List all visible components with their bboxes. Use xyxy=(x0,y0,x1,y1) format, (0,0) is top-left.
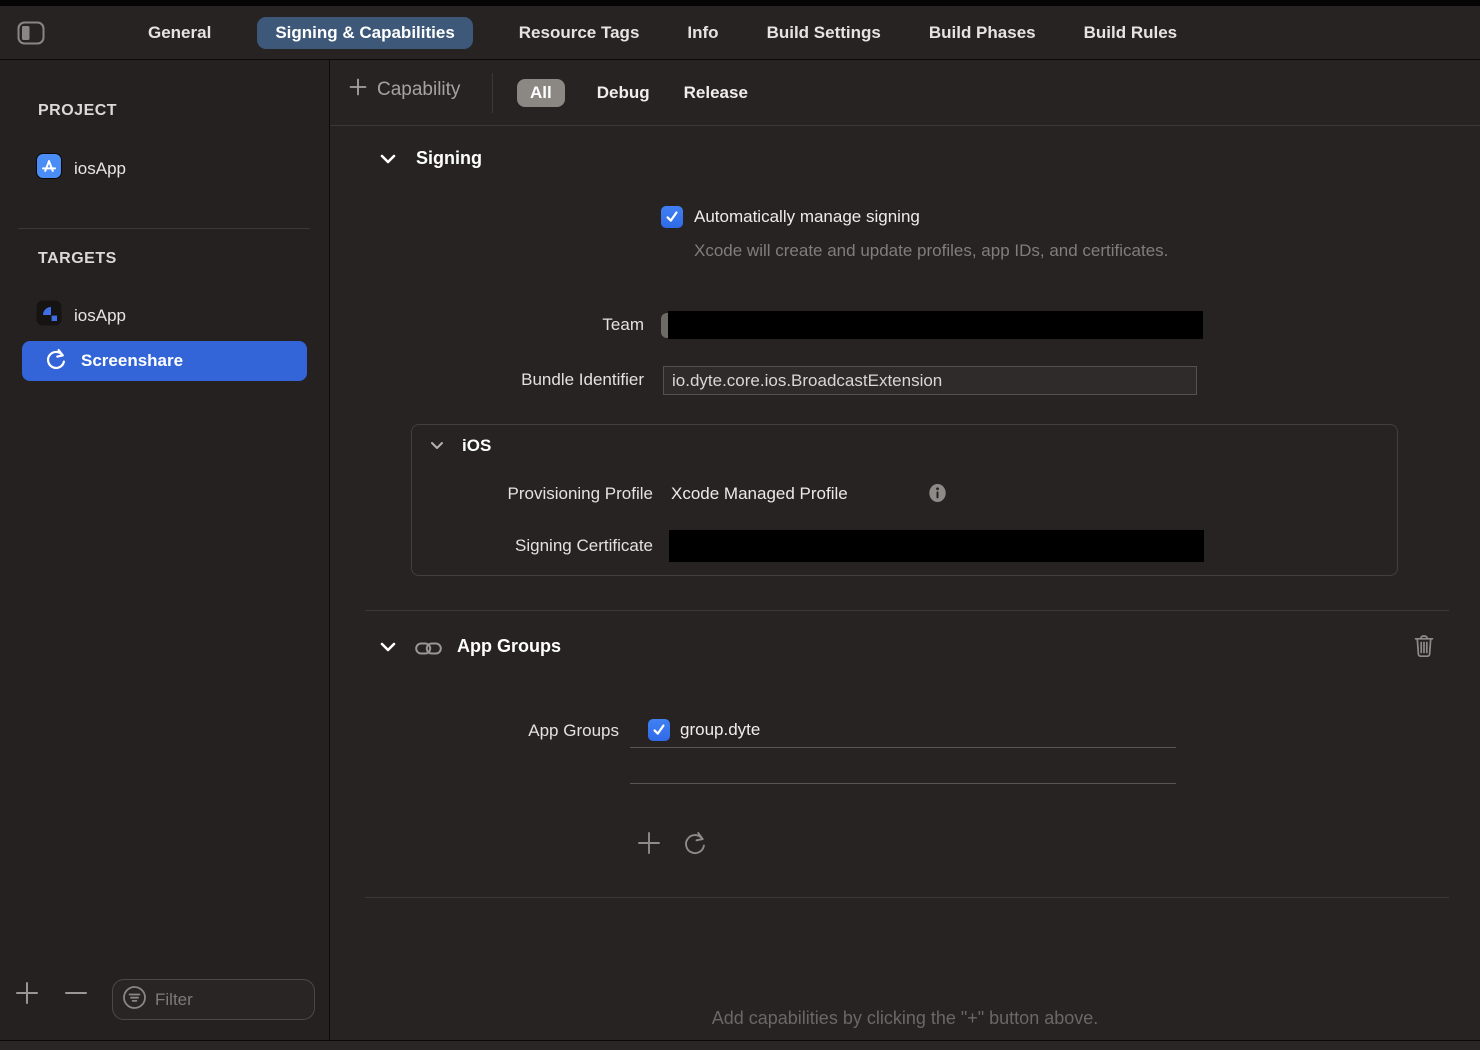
auto-manage-signing-row[interactable]: Automatically manage signing xyxy=(661,206,920,228)
app-group-checkbox[interactable] xyxy=(648,719,670,741)
project-app-icon xyxy=(36,153,62,184)
sidebar-divider xyxy=(18,228,310,229)
tab-resource-tags[interactable]: Resource Tags xyxy=(517,17,642,49)
sidebar-toggle-icon[interactable] xyxy=(17,21,45,45)
auto-manage-signing-label: Automatically manage signing xyxy=(694,207,920,227)
delete-capability-trash-icon[interactable] xyxy=(1413,633,1435,664)
project-section-header: PROJECT xyxy=(38,102,117,120)
app-group-name: group.dyte xyxy=(680,720,760,740)
provisioning-profile-label: Provisioning Profile xyxy=(412,484,653,504)
filter-field[interactable] xyxy=(112,979,315,1020)
project-targets-sidebar: PROJECT iosApp TARGETS xyxy=(0,60,330,1040)
signing-certificate-value-redacted xyxy=(669,530,1204,562)
ios-collapse-chevron-icon[interactable] xyxy=(429,438,445,458)
sidebar-item-target-iosapp[interactable]: iosApp xyxy=(36,300,126,331)
scope-release[interactable]: Release xyxy=(682,79,750,107)
target-app-icon xyxy=(36,300,62,331)
add-app-group-button[interactable] xyxy=(635,829,663,862)
sidebar-item-label: iosApp xyxy=(74,306,126,326)
team-label: Team xyxy=(330,315,644,335)
sidebar-item-label: Screenshare xyxy=(81,351,183,371)
tab-build-settings[interactable]: Build Settings xyxy=(765,17,883,49)
section-divider xyxy=(365,610,1449,611)
signing-section-title: Signing xyxy=(416,148,482,169)
targets-section-header: TARGETS xyxy=(38,250,117,268)
signing-certificate-label: Signing Certificate xyxy=(412,536,653,556)
provisioning-profile-value: Xcode Managed Profile xyxy=(671,484,848,504)
scope-all[interactable]: All xyxy=(517,79,565,107)
add-capability-label: Capability xyxy=(377,79,460,101)
signing-collapse-chevron-icon[interactable] xyxy=(378,150,398,173)
sidebar-item-target-screenshare[interactable]: Screenshare xyxy=(22,341,307,381)
tab-signing-capabilities[interactable]: Signing & Capabilities xyxy=(257,17,472,49)
ios-group-title: iOS xyxy=(462,436,491,456)
plus-icon xyxy=(348,77,368,103)
filter-icon xyxy=(122,985,147,1015)
bundle-identifier-input[interactable] xyxy=(663,366,1197,395)
sidebar-bottom-controls xyxy=(0,962,329,1022)
ios-signing-group: iOS Provisioning Profile Xcode Managed P… xyxy=(411,424,1398,576)
app-groups-list-buttons xyxy=(635,829,709,862)
add-capabilities-hint: Add capabilities by clicking the "+" but… xyxy=(330,1008,1480,1029)
tab-info[interactable]: Info xyxy=(685,17,720,49)
window-bottom-bar xyxy=(0,1040,1480,1050)
sidebar-item-label: iosApp xyxy=(74,159,126,179)
auto-manage-signing-note: Xcode will create and update profiles, a… xyxy=(694,238,1204,264)
filter-input[interactable] xyxy=(155,990,314,1010)
team-popup-button[interactable] xyxy=(661,311,1203,339)
info-icon[interactable] xyxy=(928,483,947,508)
tab-build-phases[interactable]: Build Phases xyxy=(927,17,1038,49)
editor-tab-bar: General Signing & Capabilities Resource … xyxy=(0,6,1480,60)
scope-debug[interactable]: Debug xyxy=(595,79,652,107)
refresh-app-groups-button[interactable] xyxy=(681,829,709,862)
bundle-identifier-label: Bundle Identifier xyxy=(330,370,644,390)
tab-build-rules[interactable]: Build Rules xyxy=(1082,17,1180,49)
remove-target-button[interactable] xyxy=(62,979,90,1012)
auto-manage-signing-checkbox[interactable] xyxy=(661,206,683,228)
extension-icon xyxy=(44,347,68,376)
list-row-divider xyxy=(630,783,1176,784)
add-target-button[interactable] xyxy=(13,979,41,1012)
capability-toolbar: Capability All Debug Release xyxy=(330,60,1480,126)
app-groups-section-title: App Groups xyxy=(457,636,561,657)
app-groups-link-icon xyxy=(415,640,442,662)
tab-general[interactable]: General xyxy=(146,17,213,49)
section-divider xyxy=(365,897,1449,898)
team-value-redacted xyxy=(668,311,1203,339)
app-group-list-item[interactable]: group.dyte xyxy=(648,719,760,741)
app-groups-collapse-chevron-icon[interactable] xyxy=(378,638,398,661)
signing-capabilities-editor: Capability All Debug Release Signing Aut… xyxy=(330,60,1480,1040)
add-capability-button[interactable]: Capability xyxy=(348,77,460,103)
toolbar-separator xyxy=(492,73,493,113)
list-row-divider xyxy=(630,747,1176,748)
app-groups-field-label: App Groups xyxy=(330,721,619,741)
sidebar-item-project-iosapp[interactable]: iosApp xyxy=(36,153,126,184)
build-config-scopes: All Debug Release xyxy=(517,60,750,126)
tab-strip: General Signing & Capabilities Resource … xyxy=(146,6,1179,60)
